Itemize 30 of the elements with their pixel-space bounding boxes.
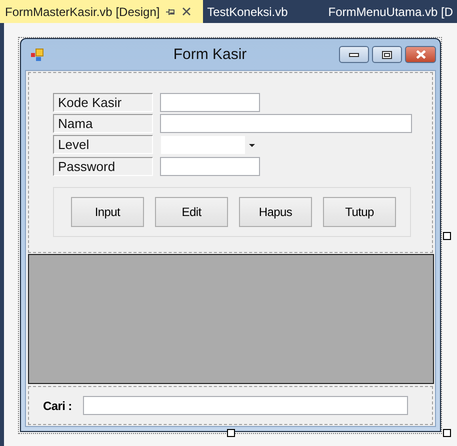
field-label: Kode Kasir	[53, 93, 153, 112]
dropdown-arrow-icon	[249, 144, 255, 146]
action-button[interactable]: Input	[71, 197, 144, 227]
minimize-button[interactable]	[339, 46, 369, 63]
document-tab[interactable]: FormMasterKasir.vb [Design]	[0, 0, 204, 23]
resize-handle[interactable]	[227, 429, 235, 437]
action-button[interactable]: Tutup	[323, 197, 396, 227]
close-icon[interactable]	[182, 7, 191, 16]
minimize-icon	[349, 52, 359, 56]
document-tab[interactable]: TestKoneksi.vb	[203, 0, 328, 23]
text-field[interactable]	[160, 114, 412, 133]
maximize-icon	[382, 50, 392, 58]
search-field[interactable]	[83, 396, 408, 415]
search-label: Cari :	[43, 398, 73, 412]
close-icon	[414, 50, 426, 59]
resize-handle[interactable]	[443, 429, 451, 437]
window-title: Form Kasir	[172, 46, 248, 63]
pin-icon[interactable]	[166, 8, 176, 16]
field-label: Level	[53, 135, 153, 154]
text-field[interactable]	[160, 157, 260, 176]
document-tab[interactable]: FormMenuUtama.vb [D	[328, 0, 457, 23]
text-field[interactable]	[160, 93, 260, 112]
resize-handle[interactable]	[443, 232, 451, 240]
field-label: Password	[53, 157, 153, 176]
field-label: Nama	[53, 114, 153, 133]
close-button[interactable]	[405, 46, 436, 63]
form-icon	[30, 48, 44, 62]
maximize-button[interactable]	[372, 46, 402, 63]
action-button[interactable]: Hapus	[239, 197, 312, 227]
action-button[interactable]: Edit	[155, 197, 228, 227]
